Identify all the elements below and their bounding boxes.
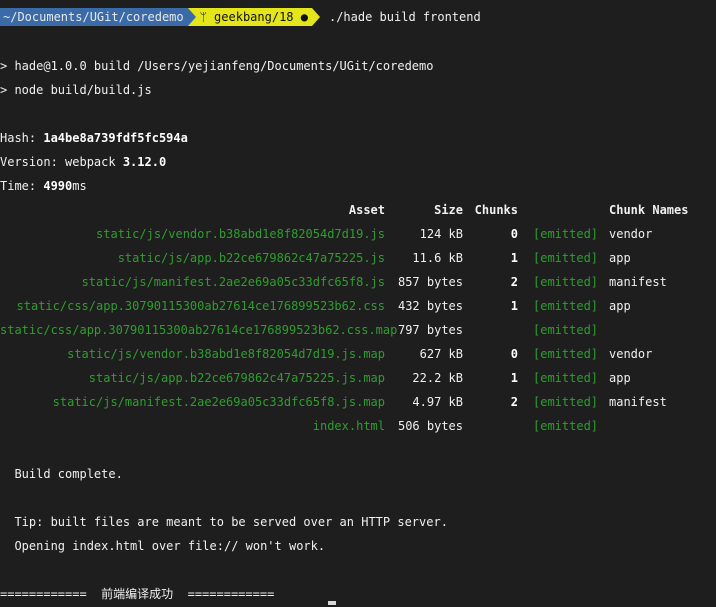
- asset-chunk-id: 0: [510, 227, 518, 241]
- column-header-asset: Asset: [348, 203, 385, 217]
- success-banner: ============ 前端编译成功 ============: [0, 587, 275, 601]
- emitted-status: [emitted]: [533, 395, 599, 409]
- chunk-name: manifest: [609, 275, 667, 289]
- asset-chunk-id: [468, 416, 518, 436]
- asset-size: 627 kB: [419, 347, 463, 361]
- hash-line: Hash: 1a4be8a739fdf5fc594a: [0, 128, 188, 148]
- emitted-status: [emitted]: [533, 251, 599, 265]
- asset-chunk-id: 1: [510, 251, 518, 265]
- emitted-status: [emitted]: [533, 419, 599, 433]
- asset-filename: static/js/manifest.2ae2e69a05c33dfc65f8.…: [81, 275, 385, 289]
- asset-chunk-id: 1: [510, 371, 518, 385]
- time-value: 4990: [43, 179, 73, 193]
- asset-chunk-id: [468, 320, 518, 340]
- version-label: Version: webpack: [0, 155, 123, 169]
- prompt-command: ./hade build frontend: [328, 10, 481, 24]
- asset-filename: static/js/vendor.b38abd1e8f82054d7d19.js…: [67, 347, 385, 361]
- asset-chunk-id: 2: [510, 275, 518, 289]
- chunk-name: app: [609, 299, 631, 313]
- asset-size: 506 bytes: [397, 419, 463, 433]
- chunk-name: manifest: [609, 395, 667, 409]
- asset-filename: static/js/app.b22ce679862c47a75225.js: [117, 251, 385, 265]
- asset-filename: static/js/vendor.b38abd1e8f82054d7d19.js: [96, 227, 385, 241]
- asset-filename: static/css/app.30790115300ab27614ce17689…: [0, 323, 398, 337]
- hash-value: 1a4be8a739fdf5fc594a: [43, 131, 188, 145]
- chunk-name: vendor: [609, 227, 653, 241]
- chunk-name: [609, 416, 709, 436]
- prompt-git-branch-segment: ᛘ geekbang/18 ●: [195, 8, 312, 26]
- asset-filename: static/js/manifest.2ae2e69a05c33dfc65f8.…: [52, 395, 385, 409]
- chunk-name: app: [609, 371, 631, 385]
- emitted-status: [emitted]: [533, 299, 599, 313]
- asset-size: 797 bytes: [397, 323, 463, 337]
- emitted-status: [emitted]: [533, 371, 599, 385]
- asset-size: 432 bytes: [397, 299, 463, 313]
- asset-filename: static/css/app.30790115300ab27614ce17689…: [16, 299, 385, 313]
- powerline-separator-icon: [311, 8, 320, 26]
- asset-chunk-id: 1: [510, 299, 518, 313]
- prompt-dir-segment: ~/Documents/UGit/coredemo: [0, 8, 188, 26]
- chunk-name: [609, 320, 709, 340]
- emitted-status: [emitted]: [533, 323, 599, 337]
- emitted-status: [emitted]: [533, 347, 599, 361]
- node-run-line: > node build/build.js: [0, 83, 152, 97]
- asset-size: 857 bytes: [397, 275, 463, 289]
- git-branch-label: ᛘ geekbang/18 ●: [199, 10, 308, 24]
- asset-chunk-id: 0: [510, 347, 518, 361]
- time-unit: ms: [72, 179, 87, 193]
- npm-run-line: > hade@1.0.0 build /Users/yejianfeng/Doc…: [0, 59, 434, 73]
- shell-prompt: ~/Documents/UGit/coredemo ᛘ geekbang/18 …: [0, 7, 481, 27]
- tip-message: Tip: built files are meant to be served …: [0, 515, 448, 529]
- build-complete-message: Build complete.: [0, 467, 123, 481]
- opening-warning-message: Opening index.html over file:// won't wo…: [0, 539, 326, 553]
- terminal-window[interactable]: ~/Documents/UGit/coredemo ᛘ geekbang/18 …: [0, 0, 716, 607]
- time-label: Time:: [0, 179, 44, 193]
- asset-size: 4.97 kB: [412, 395, 463, 409]
- powerline-separator-icon: [187, 8, 196, 26]
- chunk-name: app: [609, 251, 631, 265]
- asset-filename: index.html: [312, 419, 385, 433]
- terminal-cursor: [328, 601, 336, 605]
- emitted-status: [emitted]: [533, 275, 599, 289]
- asset-filename: static/js/app.b22ce679862c47a75225.js.ma…: [88, 371, 385, 385]
- version-line: Version: webpack 3.12.0: [0, 152, 166, 172]
- column-header-chunks: Chunks: [474, 203, 518, 217]
- version-value: 3.12.0: [122, 155, 167, 169]
- time-line: Time: 4990ms: [0, 176, 87, 196]
- emitted-status: [emitted]: [533, 227, 599, 241]
- hash-label: Hash:: [0, 131, 44, 145]
- chunk-name: vendor: [609, 347, 653, 361]
- asset-size: 124 kB: [419, 227, 463, 241]
- asset-size: 22.2 kB: [412, 371, 463, 385]
- column-header-chunk-names: Chunk Names: [609, 203, 689, 217]
- asset-size: 11.6 kB: [412, 251, 463, 265]
- column-header-size: Size: [434, 203, 463, 217]
- asset-chunk-id: 2: [510, 395, 518, 409]
